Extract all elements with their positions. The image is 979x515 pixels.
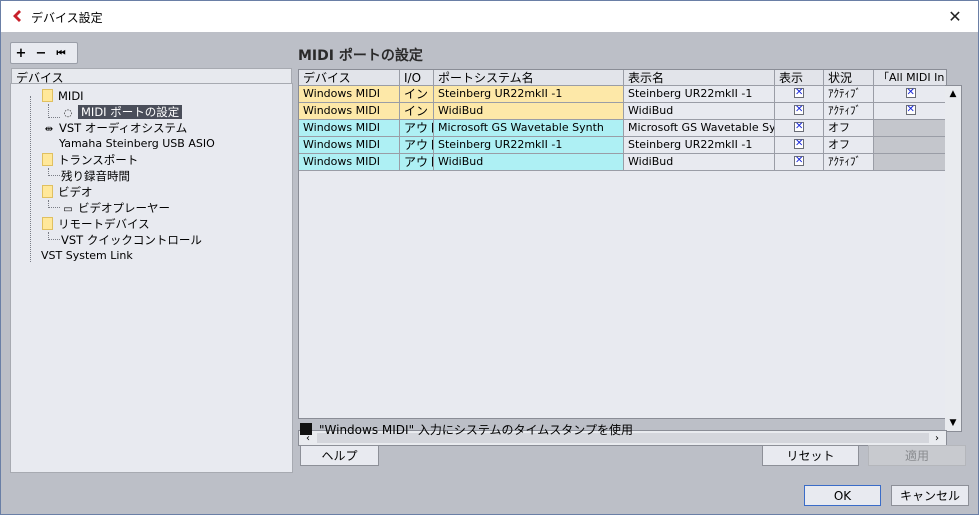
folder-icon <box>42 89 53 102</box>
tree-item-vst-system-link[interactable]: VST System Link <box>41 248 133 264</box>
show-cell[interactable] <box>775 86 824 103</box>
audio-system-icon: ⇹ <box>44 124 54 135</box>
reset-button[interactable]: リセット <box>762 445 859 466</box>
device-cell: Windows MIDI <box>299 137 400 154</box>
tree-item-midi-port-settings[interactable]: ◌ MIDI ポートの設定 <box>61 104 183 120</box>
vertical-scrollbar[interactable]: ▲ ▼ <box>945 85 962 432</box>
column-header-io[interactable]: I/O <box>400 70 434 86</box>
folder-icon <box>42 185 53 198</box>
column-header-port-name[interactable]: ポートシステム名 <box>434 70 624 86</box>
show-cell[interactable] <box>775 120 824 137</box>
device-settings-window: デバイス設定 ✕ + − ⏮ デバイス MIDI ◌ MIDI ポートの設定 ⇹… <box>0 0 979 515</box>
midi-port-table: デバイス I/O ポートシステム名 表示名 表示 状況 「All MIDI In… <box>298 69 947 419</box>
io-cell: アウト <box>400 154 434 171</box>
ok-button[interactable]: OK <box>804 485 881 506</box>
checkbox-checked-icon[interactable] <box>794 137 804 150</box>
show-cell[interactable] <box>775 137 824 154</box>
column-header-device[interactable]: デバイス <box>299 70 400 86</box>
window-title: デバイス設定 <box>31 11 103 25</box>
cubase-app-icon <box>13 10 21 22</box>
display-name-cell[interactable]: Steinberg UR22mkII -1 <box>624 86 775 103</box>
tree-item-vst-audio-system[interactable]: ⇹ VST オーディオシステム <box>42 120 187 136</box>
tree-item-remaining-record-time[interactable]: 残り録音時間 <box>61 168 130 184</box>
port-name-cell: WidiBud <box>434 154 624 171</box>
column-header-status[interactable]: 状況 <box>824 70 874 86</box>
display-name-cell[interactable]: Steinberg UR22mkII -1 <box>624 137 775 154</box>
show-cell[interactable] <box>775 154 824 171</box>
checkbox-checked-icon[interactable] <box>794 120 804 133</box>
checkbox-checked-icon[interactable] <box>794 154 804 167</box>
status-cell: オフ <box>824 120 874 137</box>
status-cell: ｱｸﾃｨﾌﾞ <box>824 103 874 120</box>
tree-item-asio-driver[interactable]: Yamaha Steinberg USB ASIO <box>59 136 215 152</box>
tree-item-midi[interactable]: MIDI <box>42 88 84 104</box>
tree-item-transport[interactable]: トランスポート <box>42 152 138 168</box>
device-tree[interactable]: MIDI ◌ MIDI ポートの設定 ⇹ VST オーディオシステム Yamaha … <box>10 83 293 473</box>
dialog-body: + − ⏮ デバイス MIDI ◌ MIDI ポートの設定 ⇹ VST オーディオシ… <box>1 32 978 514</box>
tree-item-remote-devices[interactable]: リモートデバイス <box>42 216 150 232</box>
checkbox-checked-icon[interactable] <box>794 103 804 116</box>
display-name-cell[interactable]: Microsoft GS Wavetable Synth <box>624 120 775 137</box>
display-name-cell[interactable]: WidiBud <box>624 154 775 171</box>
tree-item-video-player[interactable]: ▭ ビデオプレーヤー <box>61 200 170 216</box>
all-midi-in-cell[interactable] <box>874 154 946 171</box>
io-cell: イン <box>400 103 434 120</box>
help-button[interactable]: ヘルプ <box>300 445 379 466</box>
tree-toolbar: + − ⏮ <box>10 42 78 64</box>
apply-button[interactable]: 適用 <box>868 445 966 466</box>
cancel-button[interactable]: キャンセル <box>891 485 969 506</box>
status-cell: ｱｸﾃｨﾌﾞ <box>824 154 874 171</box>
device-cell: Windows MIDI <box>299 103 400 120</box>
checkbox-checked-icon[interactable] <box>905 103 916 116</box>
show-cell[interactable] <box>775 103 824 120</box>
folder-icon <box>42 217 53 230</box>
status-cell: オフ <box>824 137 874 154</box>
scroll-right-icon[interactable]: › <box>930 431 944 445</box>
device-cell: Windows MIDI <box>299 120 400 137</box>
add-device-button[interactable]: + <box>11 43 31 63</box>
port-name-cell: Microsoft GS Wavetable Synth <box>434 120 624 137</box>
status-cell: ｱｸﾃｨﾌﾞ <box>824 86 874 103</box>
all-midi-in-cell[interactable] <box>874 86 946 103</box>
port-name-cell: Steinberg UR22mkII -1 <box>434 86 624 103</box>
display-name-cell[interactable]: WidiBud <box>624 103 775 120</box>
column-header-show[interactable]: 表示 <box>775 70 824 86</box>
tree-item-vst-quick-controls[interactable]: VST クイックコントロール <box>61 232 202 248</box>
close-icon[interactable]: ✕ <box>932 1 978 32</box>
checkbox-checked-icon[interactable] <box>905 86 916 99</box>
checkbox-checked-icon[interactable] <box>794 86 804 99</box>
panel-title: MIDI ポートの設定 <box>298 48 423 64</box>
device-tree-header: デバイス <box>11 68 292 85</box>
device-cell: Windows MIDI <box>299 154 400 171</box>
scroll-down-icon[interactable]: ▼ <box>945 415 961 431</box>
column-header-all-midi-in[interactable]: 「All MIDI In <box>874 70 946 86</box>
title-bar: デバイス設定 ✕ <box>1 1 978 32</box>
all-midi-in-cell[interactable] <box>874 137 946 154</box>
scroll-up-icon[interactable]: ▲ <box>945 86 961 102</box>
all-midi-in-cell[interactable] <box>874 120 946 137</box>
remove-device-button[interactable]: − <box>31 43 51 63</box>
io-cell: アウト <box>400 137 434 154</box>
port-name-cell: WidiBud <box>434 103 624 120</box>
io-cell: イン <box>400 86 434 103</box>
reset-device-button[interactable]: ⏮ <box>51 43 71 63</box>
device-cell: Windows MIDI <box>299 86 400 103</box>
io-cell: アウト <box>400 120 434 137</box>
all-midi-in-cell[interactable] <box>874 103 946 120</box>
column-header-display-name[interactable]: 表示名 <box>624 70 775 86</box>
system-timestamp-label: "Windows MIDI" 入力にシステムのタイムスタンプを使用 <box>319 423 633 437</box>
tree-item-video[interactable]: ビデオ <box>42 184 93 200</box>
system-timestamp-checkbox[interactable] <box>300 423 312 435</box>
folder-icon <box>42 153 53 166</box>
port-name-cell: Steinberg UR22mkII -1 <box>434 137 624 154</box>
